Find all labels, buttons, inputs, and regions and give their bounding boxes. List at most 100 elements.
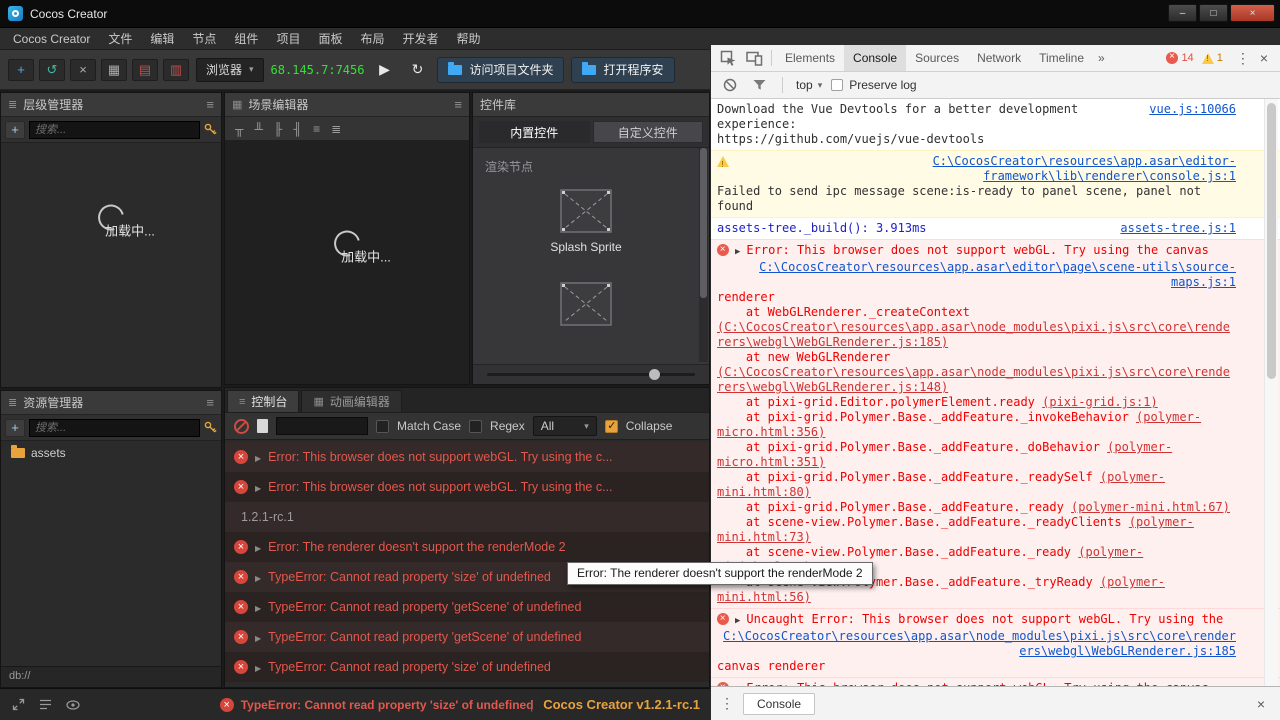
- expand-triangle-icon[interactable]: [735, 612, 740, 629]
- log-file-icon[interactable]: [257, 419, 268, 433]
- titlebar[interactable]: Cocos Creator – □ ×: [0, 0, 1280, 28]
- error-count[interactable]: 14: [1181, 52, 1193, 64]
- match-case-checkbox[interactable]: [376, 419, 389, 433]
- drawer-console-tab[interactable]: Console: [743, 692, 816, 715]
- slider-knob[interactable]: [648, 369, 660, 380]
- browser-dropdown[interactable]: 浏览器 ▾: [196, 57, 264, 82]
- widget-item-partial[interactable]: [473, 282, 699, 326]
- link-icon[interactable]: [204, 123, 217, 136]
- regex-checkbox[interactable]: [469, 419, 483, 433]
- devtools-tab[interactable]: Timeline: [1030, 45, 1093, 71]
- stack-trace-link[interactable]: (polymer-mini.html:67): [1071, 500, 1230, 514]
- error-badge-icon[interactable]: [1166, 51, 1179, 64]
- expand-log-icon[interactable]: [10, 696, 27, 714]
- expand-triangle-icon[interactable]: [735, 243, 740, 260]
- minimize-button[interactable]: –: [1168, 4, 1197, 22]
- expand-triangle-icon[interactable]: [255, 538, 261, 556]
- toolbar-icon-button[interactable]: ▥: [163, 58, 189, 81]
- stack-trace-link[interactable]: (C:\CocosCreator\resources\app.asar\node…: [717, 365, 1230, 394]
- statusbar-error[interactable]: TypeError: Cannot read property 'size' o…: [219, 697, 534, 712]
- expand-triangle-icon[interactable]: [255, 478, 261, 496]
- console-panel-tab[interactable]: ≡ 控制台: [227, 390, 300, 412]
- toolbar-icon-button[interactable]: ×: [70, 58, 96, 81]
- add-asset-button[interactable]: +: [5, 418, 25, 437]
- menu-item[interactable]: 组件: [225, 28, 267, 50]
- warning-badge-icon[interactable]: [1201, 52, 1214, 64]
- expand-triangle-icon[interactable]: [255, 598, 261, 616]
- assets-root-item[interactable]: assets: [1, 441, 221, 462]
- more-tabs-icon[interactable]: »: [1093, 51, 1110, 65]
- align-tool-icon[interactable]: ≣: [331, 122, 341, 136]
- menu-item[interactable]: 编辑: [141, 28, 183, 50]
- align-tool-icon[interactable]: ╟: [274, 122, 283, 136]
- expand-triangle-icon[interactable]: [255, 658, 261, 676]
- clear-console-icon[interactable]: [720, 73, 740, 97]
- close-button[interactable]: ×: [1230, 4, 1275, 22]
- console-log-row[interactable]: Error: This browser does not support web…: [225, 472, 709, 502]
- inspect-element-icon[interactable]: [715, 46, 741, 70]
- devtools-menu-icon[interactable]: ⋮: [1228, 50, 1258, 67]
- filter-icon[interactable]: [749, 73, 769, 97]
- key-icon[interactable]: [204, 421, 217, 434]
- panel-menu-icon[interactable]: ≡: [454, 97, 462, 112]
- console-log-row[interactable]: TypeError: Cannot read property 'getScen…: [225, 592, 709, 622]
- slider-track[interactable]: [487, 369, 695, 380]
- scrollbar-thumb[interactable]: [700, 148, 707, 298]
- expand-triangle-icon[interactable]: [255, 568, 261, 586]
- console-filter-input[interactable]: [276, 417, 368, 435]
- play-button[interactable]: ▶: [371, 58, 397, 82]
- source-link[interactable]: C:\CocosCreator\resources\app.asar\edito…: [717, 154, 1236, 184]
- devtools-tab[interactable]: Sources: [906, 45, 968, 71]
- stack-trace-link[interactable]: (pixi-grid.js:1): [1042, 395, 1158, 409]
- source-link[interactable]: assets-tree.js:1: [1120, 221, 1236, 236]
- console-panel-tab[interactable]: ▦ 动画编辑器: [301, 390, 402, 412]
- warning-count[interactable]: 1: [1217, 52, 1223, 64]
- devtools-close-icon[interactable]: ×: [1258, 50, 1276, 66]
- scrollbar-thumb[interactable]: [1267, 103, 1276, 379]
- menu-item[interactable]: Cocos Creator: [4, 28, 99, 50]
- menu-item[interactable]: 布局: [351, 28, 393, 50]
- preserve-log-checkbox[interactable]: [831, 79, 844, 91]
- devtools-tab[interactable]: Elements: [776, 45, 844, 71]
- collapse-checkbox[interactable]: [604, 419, 618, 433]
- align-tool-icon[interactable]: ╢: [294, 122, 303, 136]
- scene-panel-header[interactable]: ▦ 场景编辑器 ≡: [225, 93, 469, 117]
- scene-canvas[interactable]: 加载中...: [225, 141, 469, 384]
- maximize-button[interactable]: □: [1199, 4, 1228, 22]
- source-link[interactable]: vue.js:10066: [1149, 102, 1236, 117]
- preserve-log-control[interactable]: Preserve log: [831, 78, 917, 92]
- menu-item[interactable]: 项目: [267, 28, 309, 50]
- drawer-menu-icon[interactable]: ⋮: [718, 695, 736, 712]
- refresh-button[interactable]: ↻: [404, 58, 430, 82]
- toolbar-icon-button[interactable]: ▦: [101, 58, 127, 81]
- stack-trace-link[interactable]: (C:\CocosCreator\resources\app.asar\node…: [717, 320, 1230, 349]
- toolbar-icon-button[interactable]: ↺: [39, 58, 65, 81]
- source-link[interactable]: C:\CocosCreator\resources\app.asar\edito…: [717, 260, 1236, 290]
- align-tool-icon[interactable]: ╨: [255, 122, 264, 136]
- widget-library-tab[interactable]: 自定义控件: [592, 121, 703, 143]
- eye-icon[interactable]: [64, 696, 81, 714]
- open-app-folder-button[interactable]: 打开程序安: [571, 56, 675, 83]
- execution-context-dropdown[interactable]: top ▾: [796, 78, 822, 92]
- expand-triangle-icon[interactable]: [255, 628, 261, 646]
- open-project-folder-button[interactable]: 访问项目文件夹: [437, 56, 565, 83]
- assets-search-input[interactable]: [29, 418, 200, 437]
- log-level-dropdown[interactable]: All ▾: [532, 416, 597, 436]
- log-list-icon[interactable]: [37, 696, 54, 714]
- console-log-row[interactable]: Error: This browser does not support web…: [225, 442, 709, 472]
- menu-item[interactable]: 开发者: [393, 28, 447, 50]
- devtools-scrollbar[interactable]: [1264, 99, 1278, 686]
- console-log-row[interactable]: 1.2.1-rc.1: [225, 502, 709, 532]
- widget-library-header[interactable]: 控件库: [473, 93, 709, 117]
- widget-item-splash-sprite[interactable]: Splash Sprite: [473, 189, 699, 254]
- menu-item[interactable]: 文件: [99, 28, 141, 50]
- align-tool-icon[interactable]: ≡: [313, 122, 320, 136]
- devtools-tab[interactable]: Network: [968, 45, 1030, 71]
- widget-zoom-slider[interactable]: [473, 364, 709, 384]
- widget-library-tab[interactable]: 内置控件: [479, 121, 590, 143]
- source-link[interactable]: C:\CocosCreator\resources\app.asar\node_…: [717, 629, 1236, 659]
- console-log-row[interactable]: TypeError: Cannot read property 'size' o…: [225, 652, 709, 682]
- drawer-close-icon[interactable]: ×: [1255, 696, 1273, 712]
- align-tool-icon[interactable]: ╥: [235, 122, 244, 136]
- widget-scrollbar[interactable]: [699, 148, 708, 362]
